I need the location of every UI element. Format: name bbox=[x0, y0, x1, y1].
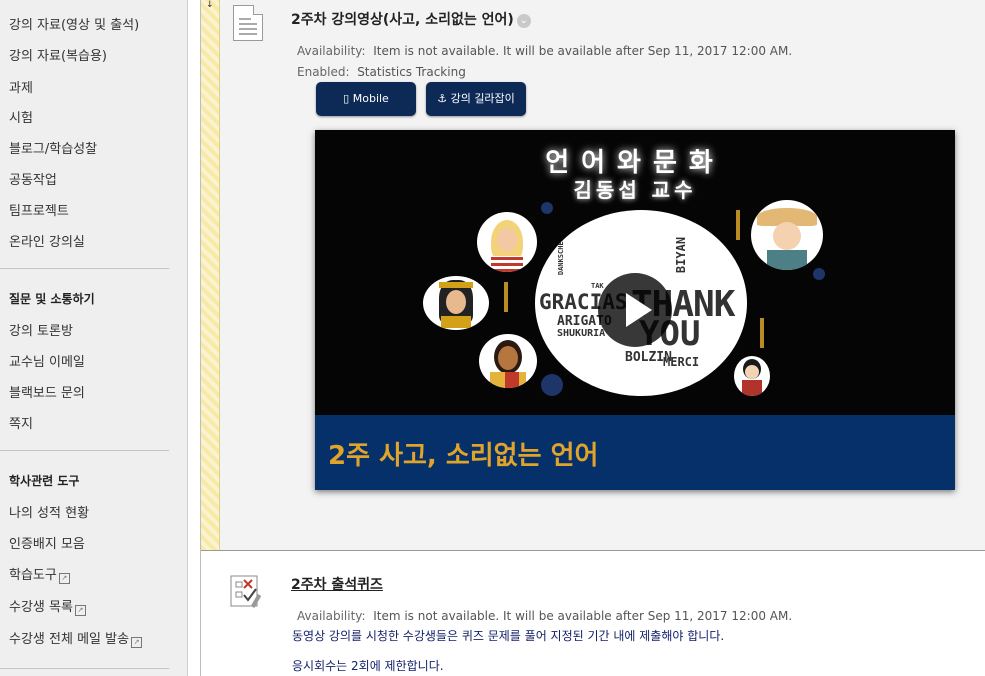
sidebar-section-header-academic-tools: 학사관련 도구 bbox=[9, 474, 80, 488]
sidebar-item-label: 수강생 전체 메일 발송 bbox=[9, 632, 130, 647]
sidebar-item-email-all[interactable]: 수강생 전체 메일 발송 ↗ bbox=[9, 628, 143, 648]
quiz-description-line2: 응시회수는 2회에 제한합니다. bbox=[292, 659, 444, 673]
face-illustration bbox=[751, 200, 823, 270]
sidebar-item-professor-email[interactable]: 교수님 이메일 bbox=[9, 351, 85, 370]
sidebar-item-badges[interactable]: 인증배지 모음 bbox=[9, 533, 85, 552]
decor-dot bbox=[541, 202, 553, 214]
cloud-word: BIYAN bbox=[674, 236, 689, 274]
enabled-label: Enabled: bbox=[297, 65, 350, 79]
sidebar-item-review-materials[interactable]: 강의 자료(복습용) bbox=[9, 45, 107, 64]
item-title-text[interactable]: 2주차 강의영상(사고, 소리없는 언어) bbox=[291, 12, 514, 28]
chevron-down-icon[interactable]: ⌄ bbox=[516, 14, 531, 28]
sidebar-item-exams[interactable]: 시험 bbox=[9, 107, 33, 126]
anchor-icon: ⚓ bbox=[437, 92, 448, 105]
quiz-availability-info: Availability: Item is not available. It … bbox=[297, 609, 792, 623]
sidebar-item-discussion[interactable]: 강의 토론방 bbox=[9, 320, 73, 339]
decor-bar bbox=[504, 282, 508, 312]
availability-text: Item is not available. It will be availa… bbox=[373, 609, 793, 623]
document-icon bbox=[233, 5, 263, 41]
sidebar-section-header-communication: 질문 및 소통하기 bbox=[9, 292, 95, 306]
sidebar-item-online-classroom[interactable]: 온라인 강의실 bbox=[9, 231, 85, 250]
enabled-text: Statistics Tracking bbox=[357, 65, 466, 79]
cloud-word: TAK bbox=[591, 282, 604, 290]
external-link-icon: ↗ bbox=[58, 573, 70, 584]
face-illustration bbox=[423, 276, 489, 330]
video-banner-title: 2주 사고, 소리없는 언어 bbox=[328, 441, 599, 471]
sidebar-item-team-project[interactable]: 팀프로젝트 bbox=[9, 200, 69, 219]
mobile-button-label: Mobile bbox=[352, 92, 389, 105]
course-menu-sidebar: 강의 자료(영상 및 출석) 강의 자료(복습용) 과제 시험 블로그/학습성찰… bbox=[0, 0, 188, 676]
face-illustration bbox=[477, 212, 537, 272]
quiz-description-line1: 동영상 강의를 시청한 수강생들은 퀴즈 문제를 풀어 지정된 기간 내에 제출… bbox=[292, 629, 725, 643]
quiz-icon bbox=[230, 575, 262, 609]
drag-arrow-icon: ↓ bbox=[206, 0, 214, 10]
course-guide-button-label: 강의 길라잡이 bbox=[450, 92, 515, 105]
cloud-word: SHUKURIA bbox=[557, 328, 606, 339]
sidebar-item-blackboard-inquiry[interactable]: 블랙보드 문의 bbox=[9, 382, 85, 401]
sidebar-divider bbox=[0, 450, 169, 451]
course-guide-button[interactable]: ⚓ 강의 길라잡이 bbox=[426, 82, 526, 116]
sidebar-item-messages[interactable]: 쪽지 bbox=[9, 413, 33, 432]
sidebar-divider bbox=[0, 668, 169, 669]
external-link-icon: ↗ bbox=[74, 605, 86, 616]
sidebar-item-my-grades[interactable]: 나의 성적 현황 bbox=[9, 502, 89, 521]
item-title[interactable]: 2주차 강의영상(사고, 소리없는 언어) ⌄ bbox=[291, 9, 531, 29]
play-button[interactable] bbox=[598, 273, 672, 347]
sidebar-item-assignments[interactable]: 과제 bbox=[9, 77, 33, 96]
face-illustration bbox=[734, 356, 770, 396]
sidebar-item-label: 수강생 목록 bbox=[9, 600, 73, 615]
enabled-info: Enabled: Statistics Tracking bbox=[297, 65, 466, 79]
sidebar-item-blog[interactable]: 블로그/학습성찰 bbox=[9, 138, 97, 157]
availability-text: Item is not available. It will be availa… bbox=[373, 44, 793, 58]
sidebar-item-lecture-materials[interactable]: 강의 자료(영상 및 출석) bbox=[9, 14, 139, 33]
video-title-line2: 김동섭 교수 bbox=[573, 178, 697, 202]
availability-label: Availability: bbox=[297, 609, 366, 623]
cloud-word: MERCI bbox=[663, 355, 700, 369]
decor-bar bbox=[760, 318, 764, 348]
decor-dot bbox=[541, 374, 563, 396]
quiz-title[interactable]: 2주차 출석퀴즈 bbox=[291, 574, 383, 594]
video-player[interactable]: 언어와문화 김동섭 교수 GRACIAS THANK YOU ARIGATO S… bbox=[315, 130, 955, 490]
availability-label: Availability: bbox=[297, 44, 366, 58]
decor-dot bbox=[813, 268, 825, 280]
sidebar-item-learning-tools[interactable]: 학습도구 ↗ bbox=[9, 564, 70, 584]
external-link-icon: ↗ bbox=[131, 637, 143, 648]
sidebar-item-label: 학습도구 bbox=[9, 568, 57, 583]
cloud-word: DANKSCHEEN bbox=[557, 232, 566, 276]
decor-bar bbox=[736, 210, 740, 240]
face-illustration bbox=[479, 334, 537, 388]
reorder-handle[interactable] bbox=[201, 0, 220, 550]
play-icon bbox=[626, 293, 652, 327]
availability-info: Availability: Item is not available. It … bbox=[297, 44, 792, 58]
item-separator bbox=[201, 550, 985, 551]
sidebar-item-collaboration[interactable]: 공동작업 bbox=[9, 169, 57, 188]
sidebar-divider bbox=[0, 268, 169, 269]
sidebar-item-roster[interactable]: 수강생 목록 ↗ bbox=[9, 596, 86, 616]
mobile-icon: ▯ bbox=[343, 92, 350, 105]
mobile-button[interactable]: ▯ Mobile bbox=[316, 82, 416, 116]
